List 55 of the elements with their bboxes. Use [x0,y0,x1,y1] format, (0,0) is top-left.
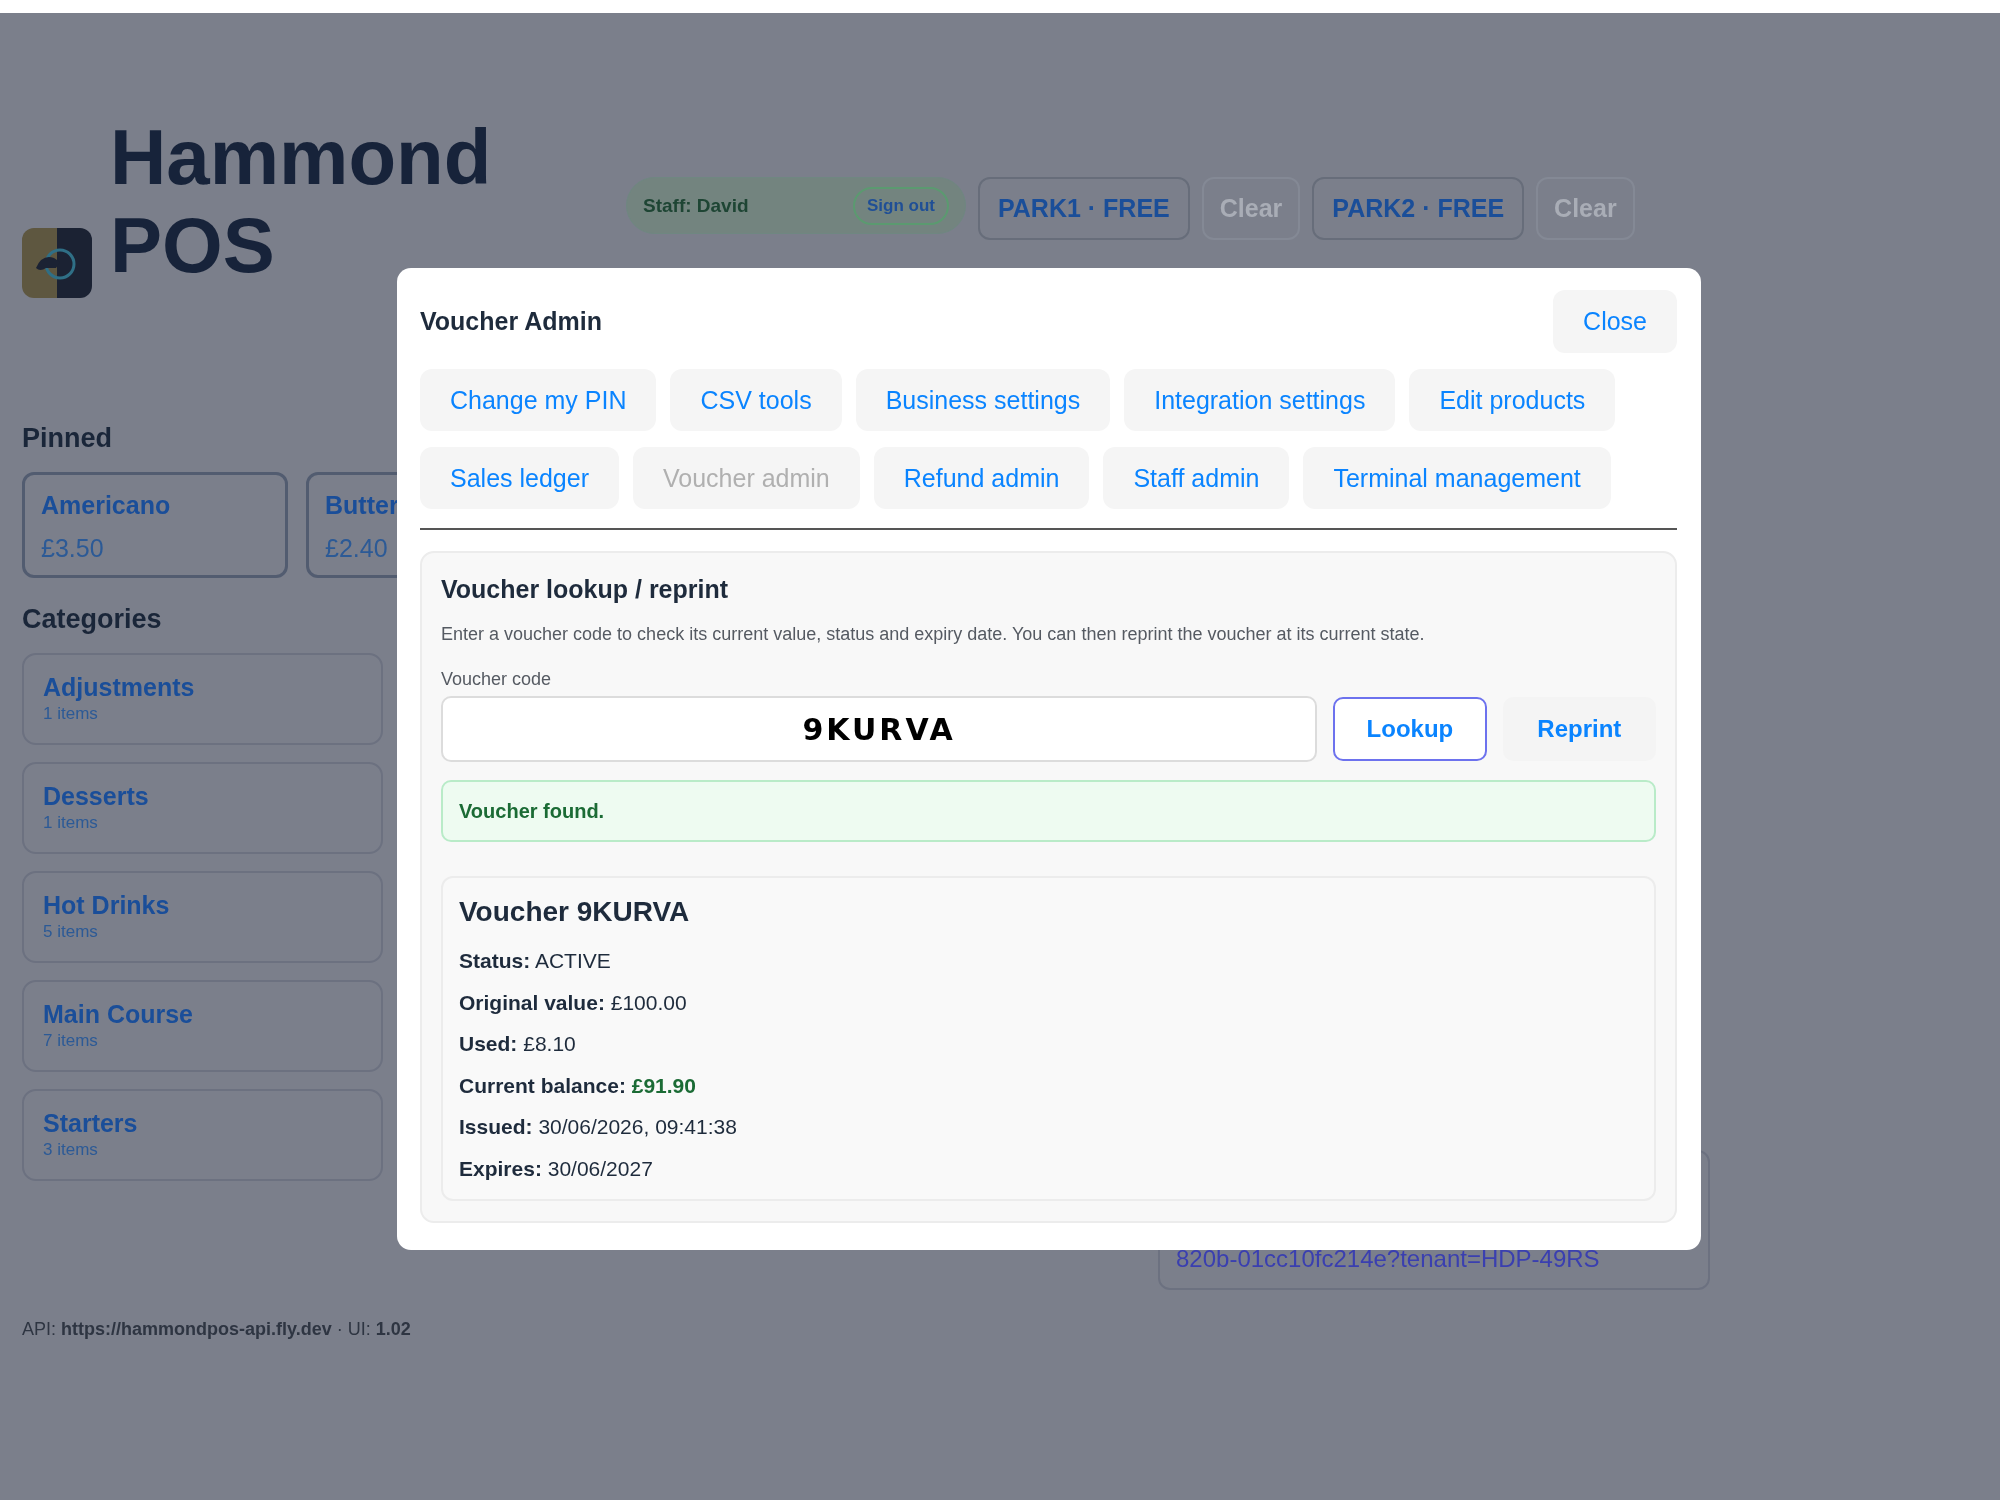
footer-text: API: https://hammondpos-api.fly.dev · UI: 1.02 [22,1319,411,1340]
item-count: 1 items [43,704,99,724]
close-button[interactable]: Close [1553,290,1677,353]
detail-line: Status: ACTIVE [459,948,612,974]
description: Enter a voucher code to check its current value, status and expiry date. You can then reprint the voucher at its current state. [441,624,1426,645]
lookup-button[interactable]: Lookup [1333,697,1487,761]
tab[interactable]: Business settings [855,369,1111,431]
tab[interactable]: Refund admin [873,447,1090,509]
product-name: Americano [41,491,171,520]
detail-line: Used: £8.10 [459,1031,577,1057]
detail-line: Expires: 30/06/2027 [459,1155,654,1182]
item-count: 5 items [43,922,99,942]
tab[interactable]: Staff admin [1103,447,1290,509]
category-card[interactable]: Main Course 7 items [22,980,383,1072]
modal-title: Voucher Admin [420,307,602,336]
item-count: 1 items [43,813,99,833]
voucher-title: Voucher 9KURVA [459,896,691,928]
tab[interactable]: Voucher admin [633,447,860,509]
tab[interactable]: Change my PIN [420,369,657,431]
app-title: Hammond POS [110,113,493,289]
detail-line: Original value: £100.00 [459,989,688,1016]
category-name: Hot Drinks [43,891,171,920]
sign-out-button[interactable]: Sign out [853,186,949,225]
pinned-product-card[interactable]: Americano £3.50 [22,472,288,578]
product-name: Butter [325,491,399,520]
section-heading: Categories [22,604,163,635]
voucher-code-field[interactable]: 9KURVA [441,696,1318,762]
category-name: Desserts [43,782,150,811]
product-price: £2.40 [325,534,389,563]
tab[interactable]: Edit products [1409,369,1616,431]
detail-line: Issued: 30/06/2026, 09:41:38 [459,1114,738,1140]
item-count: 3 items [43,1140,99,1160]
category-card[interactable]: Adjustments 1 items [22,653,383,745]
success-message: Voucher found. [441,780,1656,842]
category-card[interactable]: Hot Drinks 5 items [22,871,383,963]
category-name: Adjustments [43,673,196,702]
tab[interactable]: Integration settings [1124,369,1396,431]
tab[interactable]: Terminal management [1303,447,1611,509]
park-button[interactable]: PARK2 · FREE [1312,177,1525,240]
reprint-button[interactable]: Reprint [1502,697,1656,761]
item-count: 7 items [43,1031,99,1051]
logo-icon [22,228,92,298]
product-price: £3.50 [41,534,105,563]
category-card[interactable]: Desserts 1 items [22,762,383,854]
tab[interactable]: CSV tools [670,369,842,431]
tab[interactable]: Sales ledger [420,447,619,509]
section-title: Voucher lookup / reprint [441,575,730,604]
category-name: Starters [43,1109,139,1138]
category-card[interactable]: Starters 3 items [22,1089,383,1181]
section-heading: Pinned [22,423,113,454]
park-button[interactable]: PARK1 · FREE [978,177,1190,240]
staff-label: Staff: David [643,194,749,217]
field-label: Voucher code [441,669,553,690]
category-name: Main Course [43,1000,195,1029]
detail-line: Current balance: £91.90 [459,1072,697,1099]
